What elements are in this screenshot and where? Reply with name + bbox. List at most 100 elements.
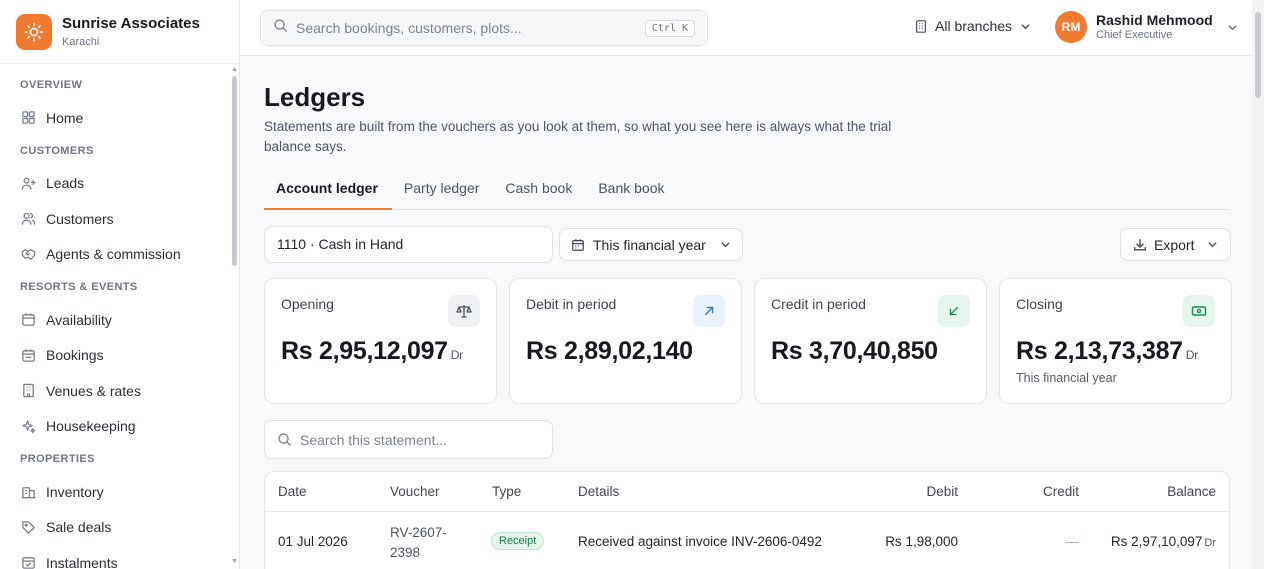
calendar-icon: [20, 312, 36, 328]
export-label: Export: [1154, 236, 1195, 253]
user-menu[interactable]: RM Rashid Mehmood Chief Executive: [1055, 11, 1238, 43]
sidebar-item-customers[interactable]: Customers: [0, 201, 239, 237]
card-value: Rs 2,95,12,097: [281, 337, 448, 365]
global-search-input[interactable]: Search bookings, customers, plots... Ctr…: [260, 10, 708, 46]
row-balance: Rs 2,97,10,097 Dr: [1111, 534, 1216, 549]
col-debit[interactable]: Debit: [926, 484, 958, 499]
col-details[interactable]: Details: [578, 484, 619, 499]
sidebar-item-sale-deals[interactable]: Sale deals: [0, 510, 239, 546]
sidebar: Sunrise Associates Karachi OVERVIEW Home…: [0, 0, 240, 569]
sidebar-scrollbar-thumb[interactable]: [232, 76, 237, 266]
tab-bank-book[interactable]: Bank book: [586, 170, 678, 210]
user-plus-icon: [20, 175, 36, 191]
col-balance[interactable]: Balance: [1167, 484, 1216, 499]
calendar-check-icon: [20, 555, 36, 569]
sidebar-item-housekeeping[interactable]: Housekeeping: [0, 409, 239, 445]
sidebar-item-home[interactable]: Home: [0, 100, 239, 136]
grid-icon: [20, 110, 36, 126]
card-closing: Closing Rs 2,13,73,387 Dr This financial …: [999, 278, 1232, 404]
nav-section-customers: CUSTOMERS: [20, 144, 94, 157]
row-voucher[interactable]: RV-2607- 2398: [390, 523, 447, 563]
row-details: Received against invoice INV-2606-0492: [578, 534, 822, 549]
brand-name: Sunrise Associates: [62, 14, 200, 32]
sparkles-icon: [20, 418, 36, 434]
col-type[interactable]: Type: [492, 484, 521, 499]
sidebar-item-label: Inventory: [46, 483, 104, 500]
sidebar-item-label: Customers: [46, 210, 114, 227]
chevron-down-icon: [720, 239, 731, 250]
ledger-table: Date Voucher Type Details Debit Credit B…: [264, 471, 1230, 569]
export-button[interactable]: Export: [1120, 228, 1231, 261]
sidebar-item-label: Bookings: [46, 347, 104, 364]
row-debit: Rs 1,98,000: [885, 534, 958, 549]
card-value: Rs 2,89,02,140: [526, 337, 693, 365]
handshake-icon: [20, 246, 36, 262]
card-suffix: Dr: [1185, 348, 1198, 362]
nav-section-resorts: RESORTS & EVENTS: [20, 281, 138, 293]
sidebar-item-bookings[interactable]: Bookings: [0, 338, 239, 374]
ledger-tabs: Account ledger Party ledger Cash book Ba…: [264, 170, 1230, 210]
branch-selector[interactable]: All branches: [914, 18, 1031, 34]
scroll-up-arrow-icon[interactable]: ▲: [231, 66, 238, 73]
book-icon: [20, 347, 36, 363]
sidebar-item-leads[interactable]: Leads: [0, 166, 239, 202]
arrow-up-right-icon: [693, 295, 725, 327]
chevron-down-icon: [1227, 22, 1238, 33]
scroll-down-arrow-icon[interactable]: ▼: [231, 558, 238, 565]
arrow-down-left-icon: [938, 295, 970, 327]
type-badge: Receipt: [491, 532, 545, 550]
search-icon: [278, 433, 291, 446]
statement-search-placeholder: Search this statement...: [300, 431, 448, 448]
download-icon: [1133, 238, 1147, 252]
sidebar-item-label: Sale deals: [46, 519, 112, 536]
tab-party-ledger[interactable]: Party ledger: [392, 170, 493, 210]
balance-value: Rs 2,97,10,097: [1110, 534, 1203, 549]
sidebar-item-venues[interactable]: Venues & rates: [0, 373, 239, 409]
card-credit: Credit in period Rs 3,70,40,850: [754, 278, 987, 404]
sun-icon: [16, 13, 52, 50]
period-label: This financial year: [593, 236, 706, 253]
sidebar-item-agents[interactable]: Agents & commission: [0, 237, 239, 273]
search-placeholder: Search bookings, customers, plots...: [296, 20, 522, 36]
page-scrollbar[interactable]: [1252, 0, 1264, 569]
sidebar-item-inventory[interactable]: Inventory: [0, 474, 239, 510]
table-header: Date Voucher Type Details Debit Credit B…: [265, 472, 1229, 512]
brand[interactable]: Sunrise Associates Karachi: [0, 0, 239, 64]
user-role: Chief Executive: [1096, 29, 1173, 41]
chevron-down-icon: [1020, 21, 1031, 32]
summary-cards: Opening Rs 2,95,12,097 Dr Debit in period…: [264, 278, 1232, 404]
tab-cash-book[interactable]: Cash book: [493, 170, 586, 210]
search-icon: [273, 18, 288, 38]
account-select[interactable]: 1110 · Cash in Hand: [264, 226, 553, 263]
building-icon: [20, 383, 36, 399]
buildings-icon: [20, 484, 36, 500]
col-date[interactable]: Date: [278, 484, 307, 499]
tab-account-ledger[interactable]: Account ledger: [264, 170, 392, 210]
voucher-line: RV-2607-: [390, 525, 447, 540]
avatar: RM: [1055, 11, 1087, 43]
sidebar-item-instalments[interactable]: Instalments: [0, 545, 239, 569]
row-date: 01 Jul 2026: [278, 534, 348, 549]
brand-city: Karachi: [62, 35, 100, 48]
balance-suffix: Dr: [1204, 537, 1216, 549]
topbar: Search bookings, customers, plots... Ctr…: [240, 0, 1252, 56]
shortcut-hint: Ctrl K: [644, 19, 695, 37]
period-selector[interactable]: This financial year: [559, 228, 743, 261]
table-row[interactable]: 01 Jul 2026 RV-2607- 2398 Receipt Receiv…: [265, 512, 1229, 569]
col-credit[interactable]: Credit: [1043, 484, 1079, 499]
page-title: Ledgers: [264, 82, 366, 112]
sidebar-item-label: Venues & rates: [46, 382, 141, 399]
page-subtitle: Statements are built from the vouchers a…: [264, 119, 892, 154]
card-debit: Debit in period Rs 2,89,02,140: [509, 278, 742, 404]
user-name: Rashid Mehmood: [1096, 12, 1213, 28]
building-icon: [914, 19, 928, 34]
row-credit: —: [1065, 534, 1080, 549]
sidebar-item-label: Agents & commission: [46, 246, 181, 263]
tag-icon: [20, 519, 36, 535]
col-voucher[interactable]: Voucher: [390, 484, 440, 499]
page-scrollbar-thumb[interactable]: [1255, 12, 1261, 98]
statement-search-input[interactable]: Search this statement...: [264, 420, 553, 459]
banknote-icon: [1183, 295, 1215, 327]
sidebar-item-availability[interactable]: Availability: [0, 302, 239, 338]
card-value: Rs 2,13,73,387: [1016, 337, 1183, 365]
